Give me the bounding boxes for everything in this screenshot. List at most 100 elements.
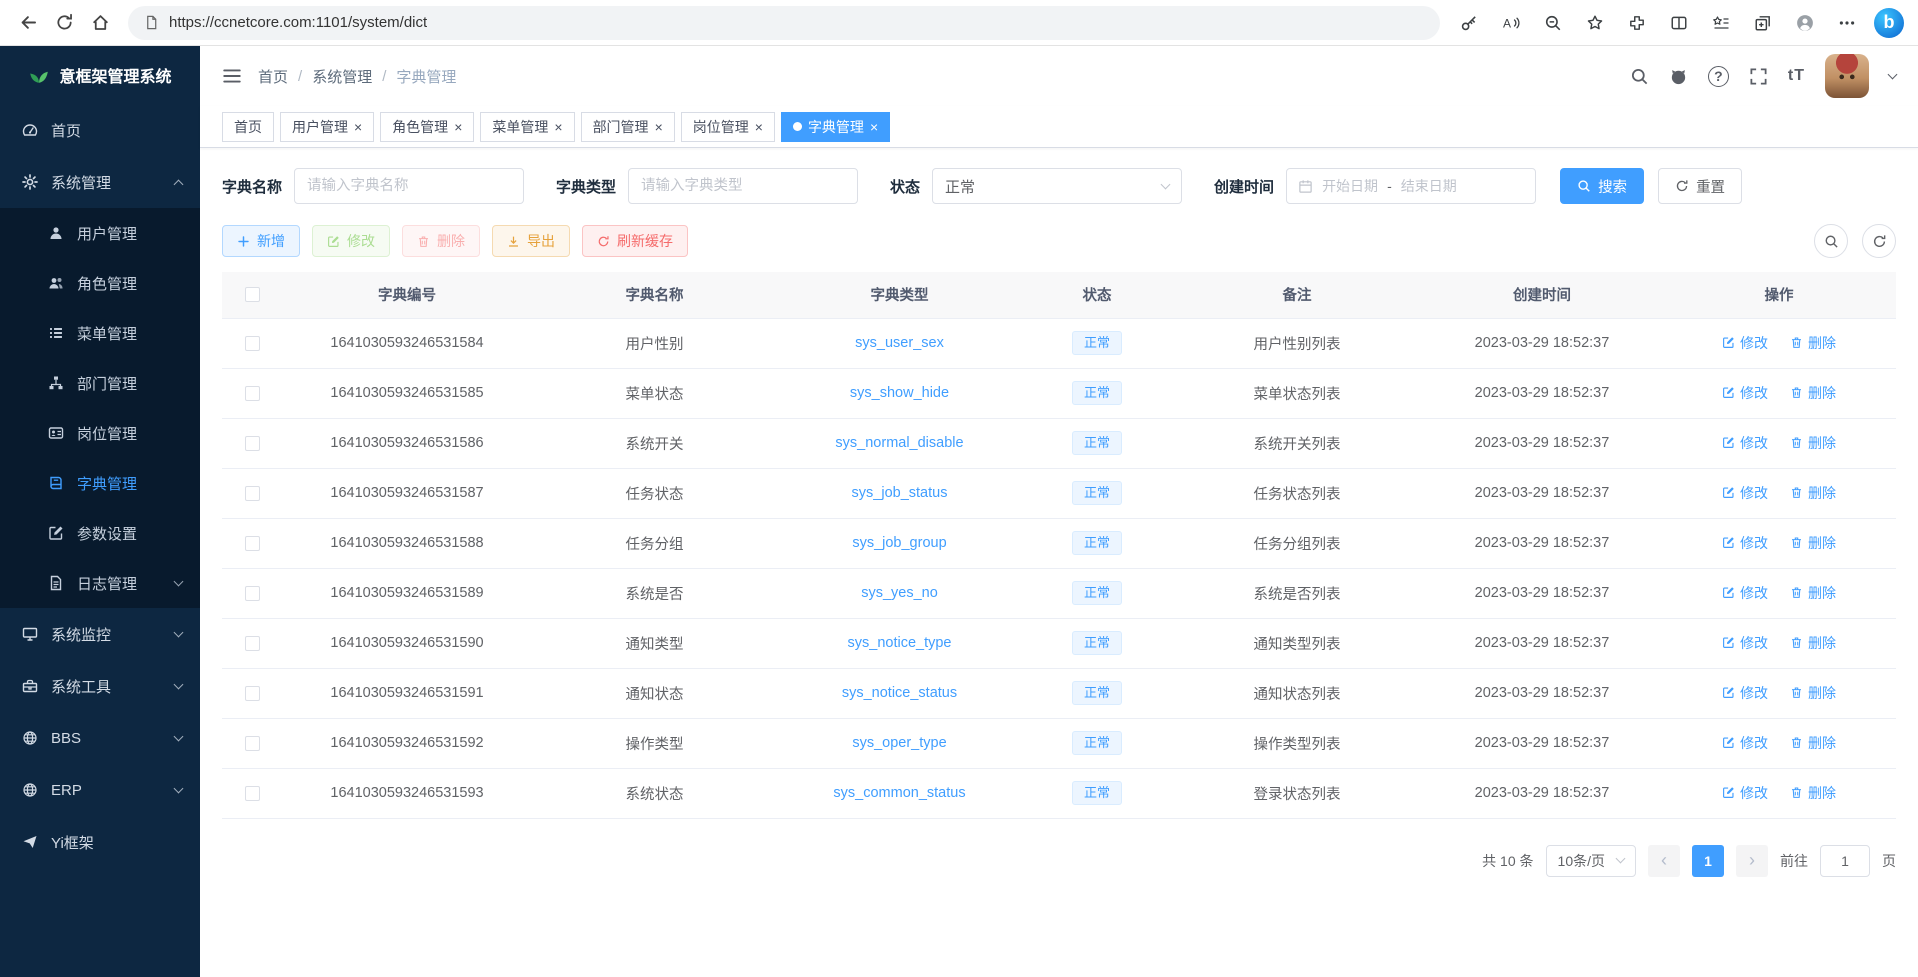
dict-type-link[interactable]: sys_notice_status xyxy=(842,685,957,701)
close-icon[interactable]: × xyxy=(870,120,878,134)
row-edit-button[interactable]: 修改 xyxy=(1722,733,1768,753)
next-page-button[interactable]: › xyxy=(1736,845,1768,877)
row-edit-button[interactable]: 修改 xyxy=(1722,483,1768,503)
github-icon[interactable] xyxy=(1669,67,1688,86)
page-size-select[interactable]: 10条/页 xyxy=(1546,845,1636,877)
row-edit-button[interactable]: 修改 xyxy=(1722,783,1768,803)
dict-type-link[interactable]: sys_notice_type xyxy=(848,635,952,651)
row-checkbox[interactable] xyxy=(245,336,260,351)
close-icon[interactable]: × xyxy=(655,120,663,134)
collections-icon[interactable] xyxy=(1744,6,1782,40)
dict-type-link[interactable]: sys_yes_no xyxy=(861,585,938,601)
row-delete-button[interactable]: 删除 xyxy=(1790,383,1836,403)
row-checkbox[interactable] xyxy=(245,486,260,501)
dict-name-input[interactable] xyxy=(294,168,524,204)
font-size-icon[interactable]: tT xyxy=(1788,67,1805,85)
row-checkbox[interactable] xyxy=(245,686,260,701)
favorites-bar-icon[interactable] xyxy=(1702,6,1740,40)
dict-type-link[interactable]: sys_common_status xyxy=(833,785,965,801)
sidebar-item-dept-management[interactable]: 部门管理 xyxy=(0,358,200,408)
row-delete-button[interactable]: 删除 xyxy=(1790,583,1836,603)
row-edit-button[interactable]: 修改 xyxy=(1722,433,1768,453)
row-checkbox[interactable] xyxy=(245,386,260,401)
edit-button[interactable]: 修改 xyxy=(312,225,390,257)
address-bar[interactable]: https://ccnetcore.com:1101/system/dict xyxy=(128,6,1440,40)
row-checkbox[interactable] xyxy=(245,436,260,451)
browser-menu-icon[interactable] xyxy=(1828,6,1866,40)
row-delete-button[interactable]: 删除 xyxy=(1790,333,1836,353)
add-button[interactable]: 新增 xyxy=(222,225,300,257)
breadcrumb-system[interactable]: 系统管理 xyxy=(312,66,372,87)
export-button[interactable]: 导出 xyxy=(492,225,570,257)
browser-refresh-button[interactable] xyxy=(46,6,82,40)
toggle-search-button[interactable] xyxy=(1814,224,1848,258)
sidebar-item-home[interactable]: 首页 xyxy=(0,104,200,156)
tab-post-management[interactable]: 岗位管理 × xyxy=(681,112,775,142)
sidebar-item-user-management[interactable]: 用户管理 xyxy=(0,208,200,258)
tab-menu-management[interactable]: 菜单管理 × xyxy=(480,112,574,142)
goto-page-input[interactable] xyxy=(1820,845,1870,877)
close-icon[interactable]: × xyxy=(755,120,763,134)
sidebar-item-system-tools[interactable]: 系统工具 xyxy=(0,660,200,712)
dict-type-link[interactable]: sys_user_sex xyxy=(855,335,944,351)
row-edit-button[interactable]: 修改 xyxy=(1722,633,1768,653)
close-icon[interactable]: × xyxy=(354,120,362,134)
sidebar-item-bbs[interactable]: BBS xyxy=(0,712,200,764)
dict-type-link[interactable]: sys_oper_type xyxy=(852,735,946,751)
password-key-icon[interactable] xyxy=(1450,6,1488,40)
row-edit-button[interactable]: 修改 xyxy=(1722,533,1768,553)
sidebar-item-log-management[interactable]: 日志管理 xyxy=(0,558,200,608)
sidebar-item-dict-management[interactable]: 字典管理 xyxy=(0,458,200,508)
row-edit-button[interactable]: 修改 xyxy=(1722,333,1768,353)
close-icon[interactable]: × xyxy=(454,120,462,134)
sidebar-item-menu-management[interactable]: 菜单管理 xyxy=(0,308,200,358)
row-edit-button[interactable]: 修改 xyxy=(1722,583,1768,603)
browser-home-button[interactable] xyxy=(82,6,118,40)
row-delete-button[interactable]: 删除 xyxy=(1790,433,1836,453)
refresh-cache-button[interactable]: 刷新缓存 xyxy=(582,225,688,257)
row-delete-button[interactable]: 删除 xyxy=(1790,683,1836,703)
row-delete-button[interactable]: 删除 xyxy=(1790,483,1836,503)
row-delete-button[interactable]: 删除 xyxy=(1790,733,1836,753)
help-icon[interactable]: ? xyxy=(1708,66,1729,87)
fullscreen-icon[interactable] xyxy=(1749,67,1768,86)
sidebar-toggle-icon[interactable] xyxy=(222,67,242,85)
sidebar-item-param-settings[interactable]: 参数设置 xyxy=(0,508,200,558)
dict-type-link[interactable]: sys_normal_disable xyxy=(835,435,963,451)
sidebar-item-system-monitor[interactable]: 系统监控 xyxy=(0,608,200,660)
delete-button[interactable]: 删除 xyxy=(402,225,480,257)
bing-icon[interactable]: b xyxy=(1874,8,1904,38)
header-search-icon[interactable] xyxy=(1630,67,1649,86)
sidebar-item-yi-framework[interactable]: Yi框架 xyxy=(0,816,200,868)
close-icon[interactable]: × xyxy=(554,120,562,134)
prev-page-button[interactable]: ‹ xyxy=(1648,845,1680,877)
row-checkbox[interactable] xyxy=(245,736,260,751)
current-page-button[interactable]: 1 xyxy=(1692,845,1724,877)
row-edit-button[interactable]: 修改 xyxy=(1722,383,1768,403)
tab-dict-management[interactable]: 字典管理 × xyxy=(781,112,890,142)
search-button[interactable]: 搜索 xyxy=(1560,168,1644,204)
tab-role-management[interactable]: 角色管理 × xyxy=(380,112,474,142)
sidebar-item-post-management[interactable]: 岗位管理 xyxy=(0,408,200,458)
zoom-out-icon[interactable] xyxy=(1534,6,1572,40)
chevron-down-icon[interactable] xyxy=(1888,69,1898,79)
row-edit-button[interactable]: 修改 xyxy=(1722,683,1768,703)
read-aloud-icon[interactable]: A xyxy=(1492,6,1530,40)
dict-type-input[interactable] xyxy=(628,168,858,204)
row-checkbox[interactable] xyxy=(245,636,260,651)
status-select[interactable]: 正常 xyxy=(932,168,1182,204)
dict-type-link[interactable]: sys_show_hide xyxy=(850,385,949,401)
reset-button[interactable]: 重置 xyxy=(1658,168,1742,204)
dict-type-link[interactable]: sys_job_status xyxy=(852,485,948,501)
browser-profile-avatar[interactable] xyxy=(1786,6,1824,40)
row-checkbox[interactable] xyxy=(245,536,260,551)
row-delete-button[interactable]: 删除 xyxy=(1790,633,1836,653)
select-all-checkbox[interactable] xyxy=(245,287,260,302)
tab-home[interactable]: 首页 xyxy=(222,112,274,142)
breadcrumb-home[interactable]: 首页 xyxy=(258,66,288,87)
row-delete-button[interactable]: 删除 xyxy=(1790,533,1836,553)
sidebar-item-erp[interactable]: ERP xyxy=(0,764,200,816)
sidebar-item-role-management[interactable]: 角色管理 xyxy=(0,258,200,308)
row-checkbox[interactable] xyxy=(245,586,260,601)
row-delete-button[interactable]: 删除 xyxy=(1790,783,1836,803)
